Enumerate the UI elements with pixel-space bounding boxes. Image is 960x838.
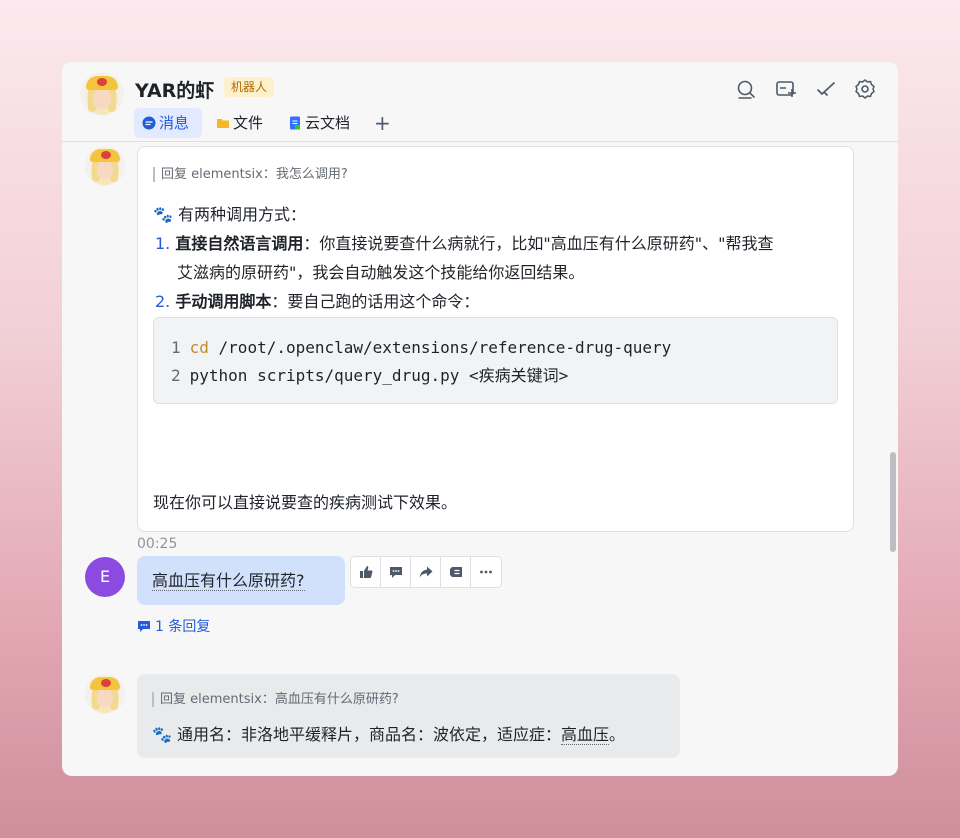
bot-message-bubble[interactable]: 回复 elementsix：高血压有什么原研药? 🐾 通用名：非洛地平缓释片，商… [137, 674, 680, 758]
message-intro: 🐾 有两种调用方式： [153, 205, 307, 224]
code-line: 1 cd /root/.openclaw/extensions/reference… [171, 334, 837, 362]
message-text-suffix: 。 [609, 725, 626, 744]
user-avatar[interactable]: E [85, 557, 125, 597]
tab-messages-label: 消息 [159, 114, 190, 132]
user-message-text: 高血压有什么原研药? [152, 571, 305, 591]
list-item-text: ：要自己跑的话用这个命令： [271, 292, 480, 311]
bot-message-card[interactable]: 回复 elementsix：我怎么调用? 🐾 有两种调用方式： 1. 直接自然语… [137, 146, 854, 532]
message-footer: 现在你可以直接说要查的疾病测试下效果。 [153, 493, 458, 512]
reply-quote[interactable]: 回复 elementsix：高血压有什么原研药? [152, 692, 399, 707]
quote-reply-button[interactable] [441, 557, 471, 587]
list-item: 1. 直接自然语言调用：你直接说要查什么病就行，比如"高血压有什么原研药"、"帮… [155, 229, 773, 258]
chat-bubble-icon [142, 116, 156, 130]
code-keyword: cd [189, 338, 209, 357]
code-line: 2 python scripts/query_drug.py <疾病关键词> [171, 362, 837, 390]
user-message-bubble[interactable]: 高血压有什么原研药? [137, 556, 345, 605]
bot-avatar[interactable] [85, 146, 125, 186]
line-number: 1 [171, 338, 181, 357]
list-number: 2. [155, 292, 171, 311]
chat-title[interactable]: YAR的虾 [135, 76, 214, 103]
tab-messages[interactable]: 消息 [134, 108, 202, 138]
line-number: 2 [171, 366, 181, 385]
chat-header: YAR的虾 机器人 消息 文件 云文档 + [62, 62, 898, 142]
message-text-prefix: 🐾 通用名：非洛地平缓释片，商品名：波依定，适应症： [152, 725, 562, 744]
code-block[interactable]: 1 cd /root/.openclaw/extensions/reference… [153, 317, 838, 404]
tab-files-label: 文件 [233, 114, 264, 132]
thread-replies-count: 1 条回复 [155, 619, 211, 635]
bot-badge: 机器人 [224, 77, 275, 97]
tab-cloud-docs[interactable]: 云文档 [280, 108, 358, 138]
list-item-continuation: 艾滋病的原研药"，我会自动触发这个技能给你返回结果。 [177, 263, 585, 282]
reply-quote[interactable]: 回复 elementsix：我怎么调用? [153, 167, 348, 182]
list-item: 2. 手动调用脚本：要自己跑的话用这个命令： [155, 287, 479, 316]
forward-icon [419, 566, 433, 578]
bot-avatar[interactable] [80, 72, 124, 116]
comment-button[interactable] [381, 557, 411, 587]
message-text: 🐾 通用名：非洛地平缓释片，商品名：波依定，适应症：高血压。 [152, 720, 625, 749]
thread-replies-link[interactable]: 1 条回复 [137, 616, 210, 636]
reply-card-icon [450, 567, 462, 577]
code-text: /root/.openclaw/extensions/reference-dru… [208, 338, 672, 357]
tab-cloud-docs-label: 云文档 [305, 114, 351, 132]
list-number: 1. [155, 234, 171, 253]
more-button[interactable] [471, 557, 501, 587]
code-text: python scripts/query_drug.py <疾病关键词> [189, 366, 569, 385]
message-actions [350, 556, 502, 588]
chat-window: YAR的虾 机器人 消息 文件 云文档 + 回复 elementsix：我怎么调… [62, 62, 898, 776]
forward-button[interactable] [411, 557, 441, 587]
highlight-term[interactable]: 高血压 [561, 725, 610, 745]
thread-icon [138, 621, 150, 632]
message-timestamp: 00:25 [137, 536, 178, 552]
comment-icon [390, 567, 402, 578]
bot-avatar[interactable] [85, 674, 125, 714]
thumbs-up-button[interactable] [351, 557, 381, 587]
doc-icon [290, 116, 300, 130]
check-icon[interactable] [815, 78, 837, 100]
tab-files[interactable]: 文件 [208, 108, 271, 138]
thumbs-up-icon [360, 566, 373, 578]
list-item-title: 直接自然语言调用 [175, 234, 304, 253]
folder-icon [217, 119, 229, 128]
settings-icon[interactable] [854, 78, 876, 100]
add-tab-button[interactable]: + [374, 108, 391, 138]
list-item-title: 手动调用脚本 [175, 292, 272, 311]
add-window-icon[interactable] [775, 78, 797, 100]
scrollbar-thumb[interactable] [890, 452, 896, 552]
more-icon [480, 570, 492, 574]
search-icon[interactable] [735, 78, 757, 100]
list-item-text: ：你直接说要查什么病就行，比如"高血压有什么原研药"、"帮我查 [303, 234, 774, 253]
